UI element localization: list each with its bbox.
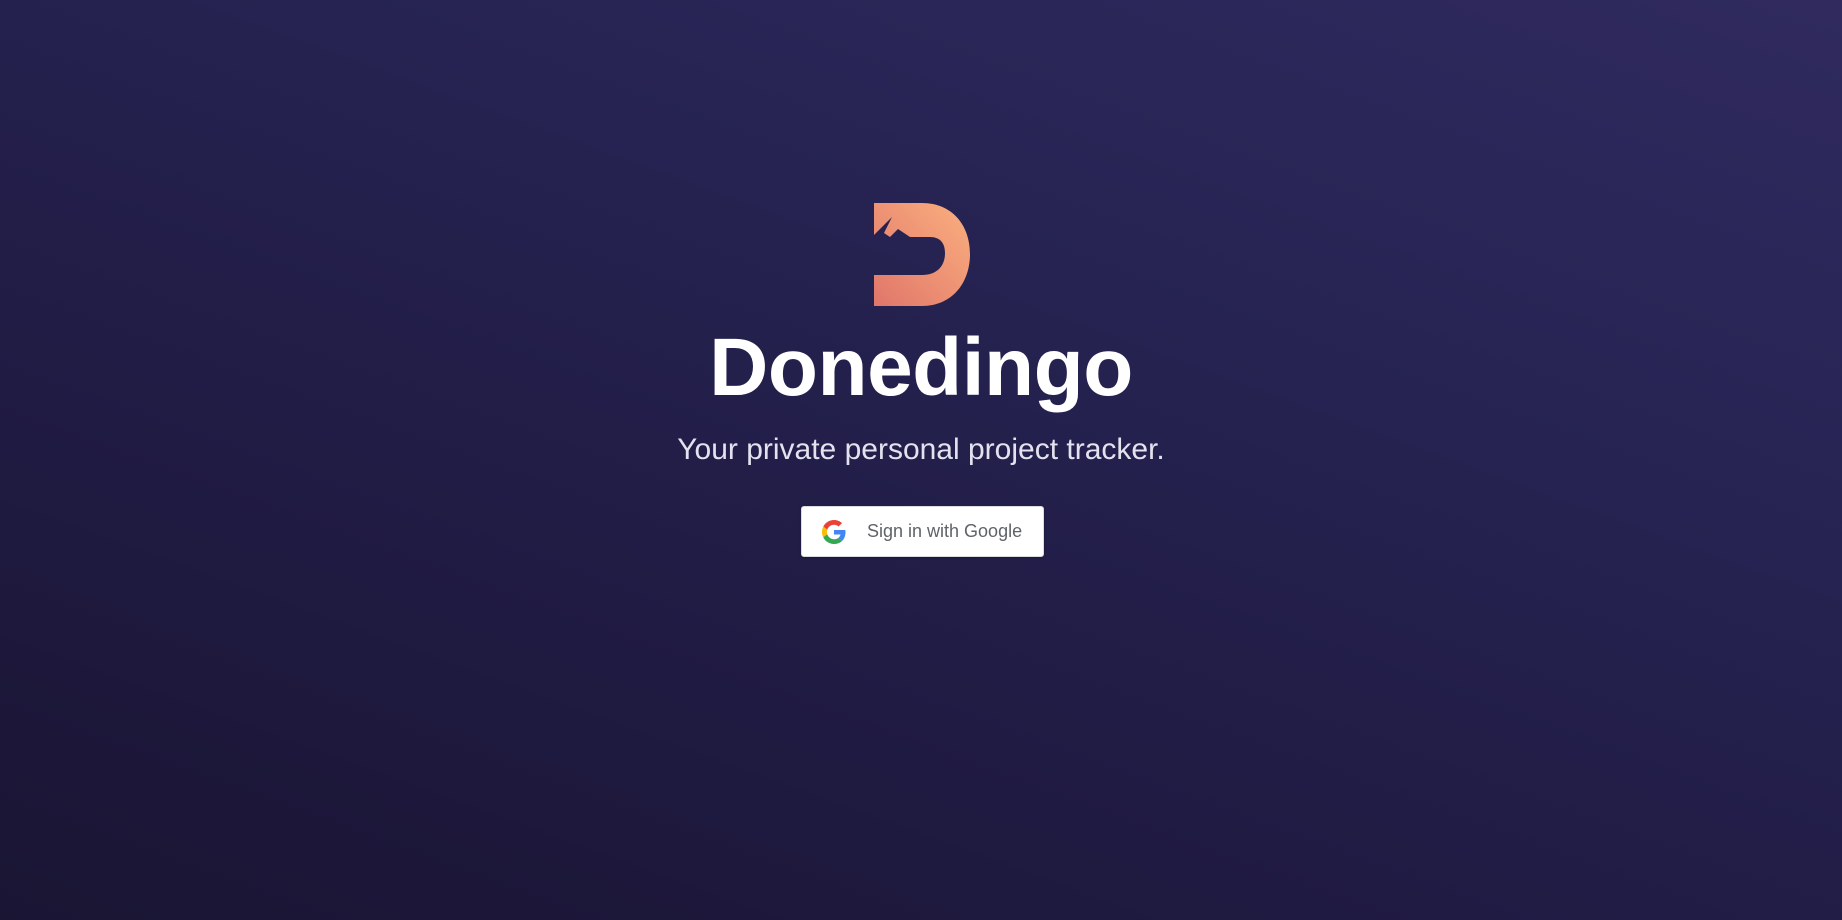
sign-in-with-google-label: Sign in with Google [867, 521, 1023, 541]
app-title: Donedingo [709, 322, 1133, 413]
landing-hero: Donedingo Your private personal project … [0, 0, 1842, 920]
google-icon [822, 520, 846, 544]
sign-in-with-google-button[interactable]: Sign in with Google [801, 506, 1044, 557]
dingo-d-logo-icon [874, 203, 970, 306]
app-tagline: Your private personal project tracker. [677, 433, 1165, 466]
